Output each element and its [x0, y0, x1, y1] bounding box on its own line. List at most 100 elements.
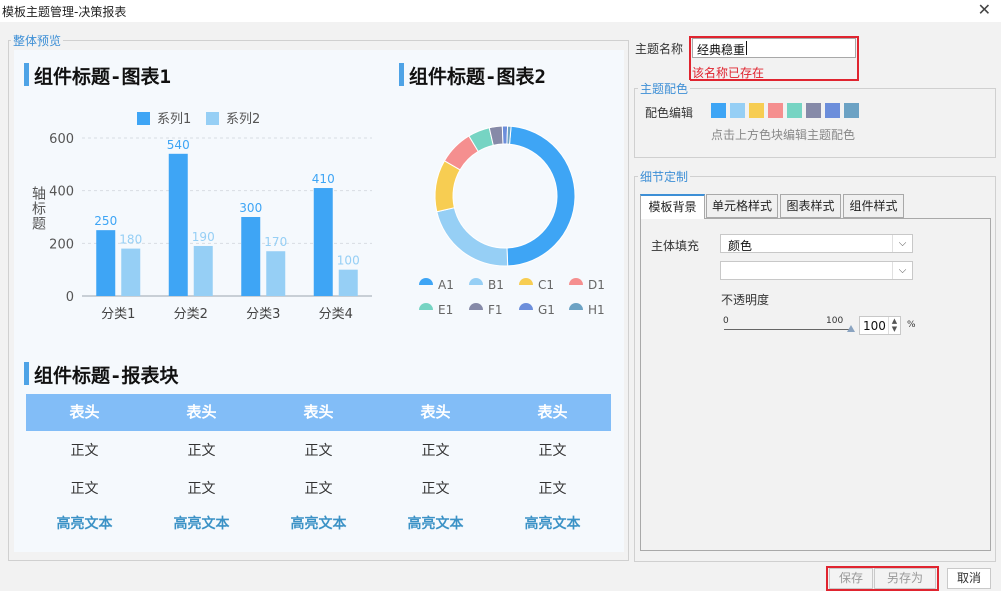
- table-cell: 正文: [538, 443, 567, 459]
- slider-min-label: 0: [723, 316, 729, 326]
- bar-data-label: 250: [94, 214, 117, 228]
- legend-marker: [519, 303, 533, 310]
- opacity-slider-track[interactable]: [724, 329, 851, 330]
- color-group-legend: 主题配色: [638, 80, 691, 97]
- color-swatch[interactable]: [806, 103, 821, 118]
- y-tick-label: 0: [66, 290, 74, 305]
- legend-marker: [569, 303, 583, 310]
- table-cell: 正文: [421, 443, 450, 459]
- legend-label: D1: [588, 278, 605, 292]
- color-swatch[interactable]: [730, 103, 745, 118]
- table-header-cell: 表头: [69, 403, 100, 421]
- tab-chart-style[interactable]: 图表样式: [780, 194, 841, 218]
- y-tick-label: 600: [49, 132, 74, 147]
- bar-chart: 0 200 400 600 轴标题 系列1 系列2 250180 分类1 540 190 分类2 300…: [32, 112, 372, 322]
- bar: [266, 251, 286, 296]
- legend-label: H1: [588, 303, 605, 317]
- chart1-title: 组件标题-图表1: [24, 62, 171, 89]
- legend-swatch: [206, 112, 219, 125]
- legend-label: G1: [538, 303, 555, 317]
- bar-data-label: 180: [119, 233, 142, 247]
- y-tick-label: 400: [49, 185, 74, 200]
- color-swatch[interactable]: [787, 103, 802, 118]
- table-cell: 正文: [187, 443, 216, 459]
- table-cell: 正文: [187, 481, 216, 497]
- title-bar: 模板主题管理-决策报表 ✕: [0, 0, 1001, 22]
- stepper-down-icon[interactable]: ▼: [888, 325, 900, 334]
- table-cell: 正文: [70, 481, 99, 497]
- legend-marker: [519, 278, 533, 285]
- table-cell: 正文: [70, 443, 99, 459]
- fill-type-select[interactable]: 颜色 ⌵: [720, 234, 913, 253]
- donut-slice: [434, 160, 461, 213]
- bar: [313, 188, 333, 296]
- preview-canvas: 组件标题-图表1 组件标题-图表2 0 200 400 600 轴标题 系列1 系列2 250…: [14, 50, 624, 552]
- color-swatch[interactable]: [711, 103, 726, 118]
- table-highlight-cell: 高亮文本: [524, 516, 581, 532]
- detail-legend: 细节定制: [638, 168, 691, 185]
- legend-swatch: [137, 112, 150, 125]
- report-block-title: 组件标题-报表块: [24, 361, 178, 388]
- opacity-slider-thumb[interactable]: [847, 325, 855, 332]
- legend-label: F1: [488, 303, 503, 317]
- opacity-label: 不透明度: [721, 293, 770, 307]
- theme-name-label: 主题名称: [635, 42, 684, 56]
- table-cell: 正文: [304, 443, 333, 459]
- text-caret: [746, 41, 747, 55]
- color-swatch[interactable]: [844, 103, 859, 118]
- color-swatch[interactable]: [768, 103, 783, 118]
- bar: [96, 230, 116, 296]
- y-tick-label: 200: [49, 237, 74, 252]
- x-tick-label: 分类4: [319, 307, 353, 322]
- fill-color-picker[interactable]: ⌵: [720, 261, 913, 280]
- theme-name-input[interactable]: 经典稳重: [692, 38, 856, 58]
- tab-cell-style[interactable]: 单元格样式: [706, 194, 778, 218]
- table-row: 正文 正文 正文 正文 正文: [26, 440, 611, 460]
- close-icon[interactable]: ✕: [978, 0, 991, 20]
- legend-label: E1: [438, 303, 453, 317]
- legend-marker: [419, 278, 433, 285]
- bar-data-label: 190: [192, 230, 215, 244]
- cancel-button[interactable]: 取消: [947, 568, 991, 589]
- donut-slice: [506, 125, 576, 267]
- color-edit-label: 配色编辑: [645, 106, 694, 120]
- opacity-input[interactable]: 100 ▲ ▼: [859, 316, 901, 335]
- color-swatch[interactable]: [825, 103, 840, 118]
- bar-data-label: 410: [312, 172, 335, 186]
- table-highlight-cell: 高亮文本: [173, 516, 230, 532]
- y-axis-title-char: 轴: [32, 187, 46, 203]
- table-highlight-cell: 高亮文本: [407, 516, 464, 532]
- table-cell: 正文: [538, 481, 567, 497]
- legend-marker: [469, 278, 483, 285]
- percent-sign: %: [907, 320, 916, 330]
- color-swatch[interactable]: [749, 103, 764, 118]
- bar-data-label: 170: [264, 235, 287, 249]
- opacity-value: 100: [863, 319, 886, 333]
- bar: [168, 153, 188, 296]
- table-header-cell: 表头: [420, 403, 451, 421]
- palette-hint: 点击上方色块编辑主题配色: [711, 128, 856, 142]
- table-header-cell: 表头: [186, 403, 217, 421]
- legend-marker: [419, 303, 433, 310]
- save-as-button[interactable]: 另存为: [874, 568, 936, 589]
- chevron-down-icon: ⌵: [892, 262, 912, 279]
- table-row: 正文 正文 正文 正文 正文: [26, 478, 611, 498]
- bar: [121, 248, 141, 296]
- table-cell: 正文: [421, 481, 450, 497]
- table-highlight-cell: 高亮文本: [56, 516, 113, 532]
- name-error-message: 该名称已存在: [692, 66, 765, 80]
- legend-label: 系列2: [226, 112, 260, 127]
- donut-chart: A1 B1 C1 D1 E1 F1 G1 H1: [419, 125, 605, 317]
- theme-name-value: 经典稳重: [697, 43, 746, 57]
- bar: [241, 217, 261, 296]
- legend-label: B1: [488, 278, 504, 292]
- x-tick-label: 分类1: [101, 307, 135, 322]
- tab-template-background[interactable]: 模板背景: [640, 194, 705, 219]
- fill-label: 主体填充: [651, 239, 700, 253]
- y-axis-title-char: 标: [32, 202, 46, 218]
- x-tick-label: 分类2: [174, 307, 208, 322]
- table-highlight-cell: 高亮文本: [290, 516, 347, 532]
- tab-component-style[interactable]: 组件样式: [843, 194, 904, 218]
- save-button[interactable]: 保存: [829, 568, 873, 589]
- table-header-cell: 表头: [303, 403, 334, 421]
